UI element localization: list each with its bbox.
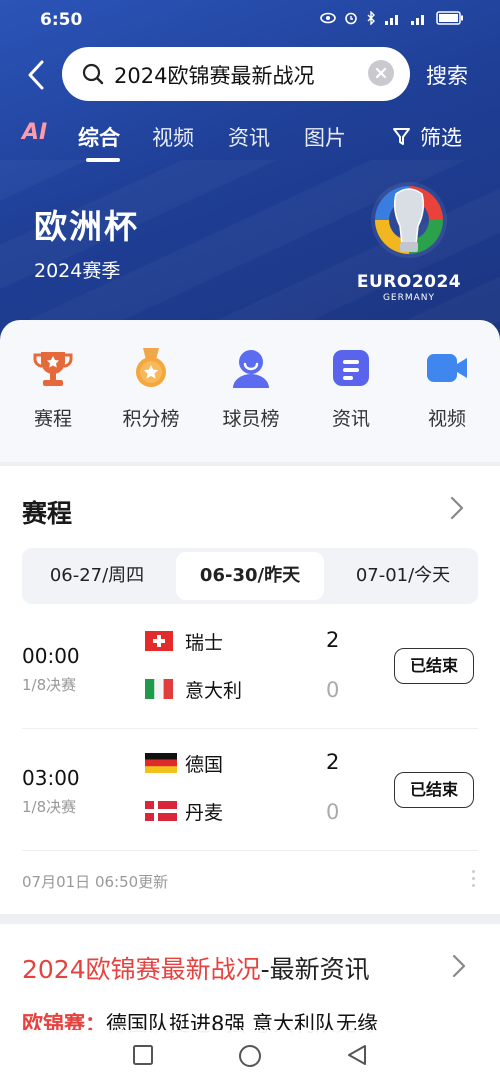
germany-flag-icon	[145, 753, 177, 773]
back-nav-icon[interactable]	[346, 1044, 368, 1066]
tab-ai[interactable]: AI	[22, 120, 47, 145]
bluetooth-icon	[367, 11, 375, 25]
match-row[interactable]: 00:00 1/8决赛 瑞士 意大利 2 0 已结束	[0, 616, 500, 736]
quick-link-label: 积分榜	[122, 408, 180, 430]
home-team: 瑞士	[145, 628, 223, 654]
divider	[22, 728, 478, 729]
quick-link-label: 视频	[427, 408, 466, 430]
match-time: 03:00	[22, 766, 80, 790]
season-title: 欧洲杯	[34, 207, 139, 246]
quick-link-label: 球员榜	[222, 408, 280, 430]
search-icon	[82, 63, 104, 85]
status-bar: 6:50	[0, 0, 500, 38]
alarm-icon	[345, 12, 357, 25]
tab-news[interactable]: 资讯	[228, 122, 270, 152]
filter-icon	[393, 128, 410, 145]
filter-button[interactable]: 筛选	[392, 122, 462, 152]
away-score: 0	[326, 800, 340, 824]
tab-all[interactable]: 综合	[78, 122, 120, 162]
denmark-flag-icon	[145, 801, 177, 821]
match-status-button[interactable]: 已结束	[394, 648, 474, 684]
date-tab[interactable]: 06-27/周四	[22, 548, 172, 604]
away-score: 0	[326, 678, 340, 702]
filter-label: 筛选	[420, 126, 462, 150]
more-options-icon[interactable]	[472, 870, 476, 891]
quick-links-card: 赛程 积分榜 球员榜 资讯 视频	[0, 320, 500, 462]
battery-icon	[436, 11, 463, 25]
chevron-right-icon[interactable]	[452, 954, 466, 978]
close-icon	[375, 67, 387, 79]
date-tab[interactable]: 07-01/今天	[328, 548, 478, 604]
home-score: 2	[326, 628, 340, 652]
news-icon	[333, 350, 369, 386]
signal-icon-2	[411, 14, 424, 25]
search-query[interactable]: 2024欧锦赛最新战况	[114, 60, 314, 90]
player-icon	[233, 350, 269, 388]
quick-link-standings[interactable]: 积分榜	[106, 346, 196, 431]
signal-icon	[385, 14, 398, 25]
medal-icon	[136, 348, 166, 387]
logo-wordmark: EURO2024	[356, 272, 462, 292]
quick-link-label: 赛程	[33, 408, 72, 430]
away-team: 丹麦	[145, 798, 223, 824]
chevron-left-icon	[28, 60, 44, 90]
switzerland-flag-icon	[145, 631, 173, 651]
team-name: 德国	[185, 753, 224, 776]
team-name: 瑞士	[185, 631, 224, 654]
home-icon[interactable]	[238, 1044, 262, 1068]
team-name: 意大利	[185, 679, 243, 702]
quick-link-news[interactable]: 资讯	[306, 346, 396, 431]
tab-video[interactable]: 视频	[152, 122, 194, 152]
match-status-button[interactable]: 已结束	[394, 772, 474, 808]
team-name: 丹麦	[185, 801, 224, 824]
schedule-heading: 赛程	[22, 499, 73, 528]
match-row[interactable]: 03:00 1/8决赛 德国 丹麦 2 0 已结束	[0, 738, 500, 858]
italy-flag-icon	[145, 679, 173, 699]
news-title[interactable]: 2024欧锦赛最新战况-最新资讯	[22, 950, 370, 986]
match-time: 00:00	[22, 644, 80, 668]
away-team: 意大利	[145, 676, 242, 702]
video-icon	[427, 354, 467, 382]
divider	[22, 850, 478, 851]
tab-images[interactable]: 图片	[304, 122, 346, 152]
system-nav-bar	[0, 1030, 500, 1084]
chevron-right-icon[interactable]	[450, 496, 464, 520]
recents-icon[interactable]	[132, 1044, 154, 1066]
match-round: 1/8决赛	[22, 798, 77, 816]
schedule-section: 赛程 06-27/周四 06-30/昨天 07-01/今天 00:00 1/8决…	[0, 466, 500, 914]
trophy-logo-icon	[371, 182, 447, 258]
trophy-icon	[33, 352, 73, 386]
status-icons	[320, 11, 464, 25]
date-selector: 06-27/周四 06-30/昨天 07-01/今天	[22, 548, 478, 604]
match-round: 1/8决赛	[22, 676, 77, 694]
logo-subtitle: GERMANY	[382, 293, 436, 303]
season-subtitle: 2024赛季	[34, 260, 121, 282]
tab-bar: AI 综合 视频 资讯 图片 筛选	[0, 120, 500, 162]
quick-link-label: 资讯	[331, 408, 370, 430]
search-bar[interactable]: 2024欧锦赛最新战况	[62, 47, 410, 101]
clear-button[interactable]	[368, 60, 394, 86]
news-title-rest: -最新资讯	[260, 955, 370, 984]
quick-link-video[interactable]: 视频	[402, 346, 492, 431]
quick-link-schedule[interactable]: 赛程	[8, 346, 98, 431]
date-tab-active[interactable]: 06-30/昨天	[176, 552, 324, 600]
news-title-highlight: 2024欧锦赛最新战况	[22, 955, 261, 984]
quick-link-players[interactable]: 球员榜	[206, 346, 296, 431]
home-score: 2	[326, 750, 340, 774]
search-button[interactable]: 搜索	[426, 60, 468, 90]
back-button[interactable]	[22, 58, 50, 92]
status-time: 6:50	[40, 10, 83, 30]
euro-logo: EURO2024 GERMANY	[356, 180, 462, 306]
home-team: 德国	[145, 750, 223, 776]
eye-icon	[320, 12, 336, 24]
hero-banner: 6:50 2024欧锦赛最新战况 搜索 AI 综合 视频 资讯 图片 筛选 欧洲…	[0, 0, 500, 360]
update-time: 07月01日 06:50更新	[22, 873, 169, 891]
